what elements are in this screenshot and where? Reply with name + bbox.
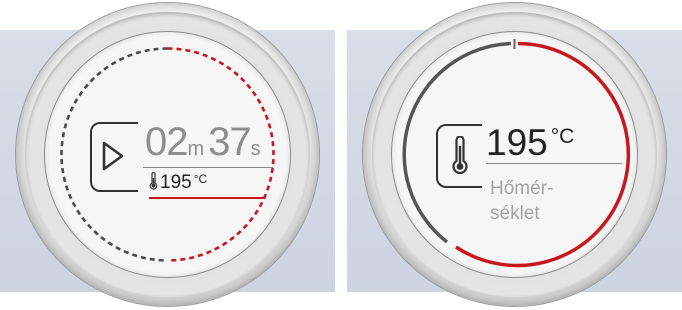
knob-display: 195 °C Hőmér- séklet [392,32,637,277]
timer-screen-panel: 02m 37s 195 °C [0,0,335,310]
temperature-label-line2: séklet [490,203,540,224]
temperature-unit-small: °C [193,172,208,186]
temperature-underline [149,197,265,199]
temperature-value-small: 195 [160,172,192,193]
temperature-value: 195 [486,122,548,163]
control-knob[interactable]: 02m 37s 195 °C [16,3,319,306]
timer-seconds: 37 [208,120,251,164]
temperature-divider [486,163,622,164]
timer-seconds-unit: s [250,138,261,160]
temperature-label-line1: Hőmér- [490,178,554,199]
temperature-label: Hőmér- séklet [490,176,580,226]
control-knob[interactable]: 195 °C Hőmér- séklet [363,3,666,306]
temperature-screen-panel: 195 °C Hőmér- séklet [347,0,682,310]
temperature-unit: °C [550,125,575,148]
play-icon [102,141,124,171]
timer-minutes-unit: m [187,138,205,160]
temperature-setting-small[interactable]: 195 °C [149,171,208,194]
thermometer-icon [149,171,158,190]
thermometer-icon [452,136,468,175]
timer-minutes: 02 [145,120,188,164]
temperature-mode-button[interactable] [436,124,482,188]
temperature-readout[interactable]: 195 °C [486,122,574,164]
knob-display: 02m 37s 195 °C [45,32,290,277]
timer-readout[interactable]: 02m 37s [145,120,265,165]
start-button[interactable] [90,122,138,192]
timer-divider [143,167,273,168]
